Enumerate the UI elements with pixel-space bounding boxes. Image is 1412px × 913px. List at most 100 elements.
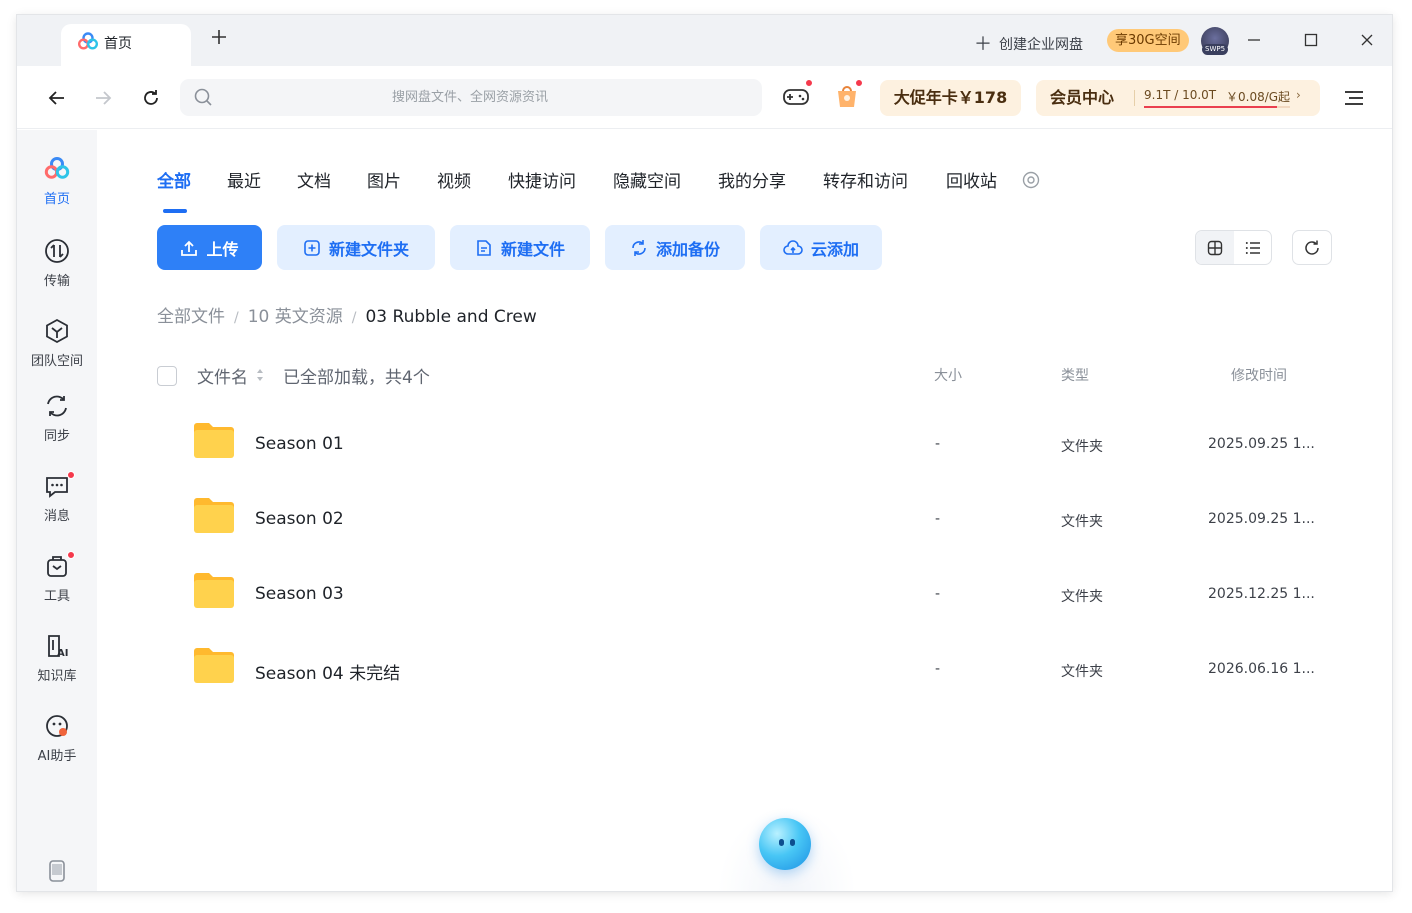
column-header-name[interactable]: 文件名 xyxy=(197,363,248,388)
tab-settings-icon[interactable] xyxy=(1022,171,1040,189)
file-size: - xyxy=(935,661,941,677)
back-button[interactable] xyxy=(42,83,72,113)
grid-icon xyxy=(1207,240,1223,255)
load-status: 已全部加载，共4个 xyxy=(283,368,430,388)
folder-icon xyxy=(194,498,234,533)
tab-images[interactable]: 图片 xyxy=(367,167,401,192)
file-name[interactable]: Season 02 xyxy=(255,509,344,529)
create-enterprise-button[interactable]: ＋ 创建企业网盘 xyxy=(974,30,1083,56)
tab-documents[interactable]: 文档 xyxy=(297,167,331,192)
new-tab-button[interactable] xyxy=(211,28,227,50)
add-backup-label: 添加备份 xyxy=(655,239,720,259)
sidebar-item-label: 团队空间 xyxy=(30,354,83,369)
forward-button[interactable] xyxy=(88,83,118,113)
column-header-modified[interactable]: 修改时间 xyxy=(1231,365,1287,385)
assistant-orb-button[interactable] xyxy=(759,818,811,870)
upload-label: 上传 xyxy=(206,239,239,259)
sidebar-item-tools[interactable]: 工具 xyxy=(17,551,97,623)
cloud-add-button[interactable]: 云添加 xyxy=(760,225,882,270)
search-input[interactable] xyxy=(220,79,720,116)
folder-icon xyxy=(194,423,234,458)
nav-bar: 大促年卡￥178 会员中心 9.1T / 10.0T ￥0.08/G起 › xyxy=(17,66,1392,129)
reload-button[interactable] xyxy=(136,83,166,113)
search-bar[interactable] xyxy=(180,79,762,116)
sidebar-item-transfer[interactable]: 传输 xyxy=(17,238,97,308)
space-offer-badge[interactable]: 享30G空间 xyxy=(1107,29,1189,52)
tab-transfers-visits[interactable]: 转存和访问 xyxy=(823,167,908,192)
new-file-icon xyxy=(477,239,491,256)
file-modified: 2025.09.25 1... xyxy=(1208,511,1315,527)
ai-assistant-icon xyxy=(46,715,68,737)
vip-center[interactable]: 会员中心 9.1T / 10.0T ￥0.08/G起 › xyxy=(1036,80,1320,116)
divider xyxy=(1134,90,1135,106)
transfer-icon xyxy=(45,239,69,263)
maximize-button[interactable] xyxy=(1296,25,1326,55)
file-size: - xyxy=(935,511,941,527)
tab-quick-access[interactable]: 快捷访问 xyxy=(508,167,576,192)
notification-dot xyxy=(805,79,813,87)
cloud-logo-icon xyxy=(44,157,70,179)
sidebar-item-sync[interactable]: 同步 xyxy=(17,393,97,463)
sidebar-item-label: 同步 xyxy=(43,429,70,444)
view-toggle xyxy=(1195,230,1272,265)
new-folder-button[interactable]: 新建文件夹 xyxy=(277,225,435,270)
tab-recent[interactable]: 最近 xyxy=(227,167,261,192)
file-name[interactable]: Season 04 未完结 xyxy=(255,659,400,684)
file-name[interactable]: Season 01 xyxy=(255,434,344,454)
phone-icon[interactable] xyxy=(48,860,66,882)
file-modified: 2025.12.25 1... xyxy=(1208,586,1315,602)
new-file-button[interactable]: 新建文件 xyxy=(450,225,590,270)
close-icon xyxy=(1361,34,1373,46)
breadcrumb-separator: / xyxy=(351,310,357,326)
sidebar-item-home[interactable]: 首页 xyxy=(17,156,97,226)
sidebar-item-ai-assistant[interactable]: AI助手 xyxy=(17,713,97,783)
sidebar-item-team-space[interactable]: 团队空间 xyxy=(17,318,97,388)
tab-all[interactable]: 全部 xyxy=(157,167,191,192)
close-button[interactable] xyxy=(1352,25,1382,55)
avatar-tag: SWP5 xyxy=(1202,44,1229,55)
sidebar-item-messages[interactable]: 消息 xyxy=(17,471,97,543)
refresh-button[interactable] xyxy=(1292,230,1332,265)
table-row[interactable]: Season 02 - 文件夹 2025.09.25 1... xyxy=(157,483,1337,558)
tab-home[interactable]: 首页 xyxy=(61,24,191,66)
minimize-button[interactable] xyxy=(1239,25,1269,55)
vip-center-title: 会员中心 xyxy=(1050,88,1115,107)
orb-eye xyxy=(790,839,795,846)
create-enterprise-label: 创建企业网盘 xyxy=(999,37,1083,53)
file-type: 文件夹 xyxy=(1061,589,1103,605)
upload-button[interactable]: 上传 xyxy=(157,225,262,270)
svg-text:AI: AI xyxy=(57,648,68,659)
storage-price: ￥0.08/G起 xyxy=(1226,90,1291,104)
arrow-right-icon xyxy=(96,91,112,105)
menu-icon[interactable] xyxy=(1339,83,1369,113)
table-row[interactable]: Season 03 - 文件夹 2025.12.25 1... xyxy=(157,558,1337,633)
breadcrumb-item[interactable]: 10 英文资源 xyxy=(248,307,343,327)
table-row[interactable]: Season 01 - 文件夹 2025.09.25 1... xyxy=(157,408,1337,483)
notification-dot xyxy=(855,79,863,87)
minimize-icon xyxy=(1248,39,1260,41)
file-type: 文件夹 xyxy=(1061,664,1103,680)
tab-recycle-bin[interactable]: 回收站 xyxy=(946,167,997,192)
search-icon xyxy=(194,88,212,106)
table-row[interactable]: Season 04 未完结 - 文件夹 2026.06.16 1... xyxy=(157,633,1337,708)
list-view-button[interactable] xyxy=(1234,231,1271,264)
annual-card-promo[interactable]: 大促年卡￥178 xyxy=(880,80,1021,116)
app-window: 首页 ＋创建企业网盘 享30G空间 SWP5 搜网盘文件、全网资源资讯 大促年卡… xyxy=(17,15,1392,891)
breadcrumb-item[interactable]: 全部文件 xyxy=(157,307,225,327)
tab-hidden-space[interactable]: 隐藏空间 xyxy=(613,167,681,192)
select-all-checkbox[interactable] xyxy=(157,366,177,386)
add-backup-button[interactable]: 添加备份 xyxy=(605,225,745,270)
tab-videos[interactable]: 视频 xyxy=(437,167,471,192)
sync-icon xyxy=(47,395,67,417)
grid-view-button[interactable] xyxy=(1196,231,1234,264)
tab-my-shares[interactable]: 我的分享 xyxy=(718,167,786,192)
column-header-type[interactable]: 类型 xyxy=(1061,365,1089,385)
new-file-label: 新建文件 xyxy=(500,239,565,259)
file-name[interactable]: Season 03 xyxy=(255,584,344,604)
notification-dot xyxy=(67,551,75,559)
tools-icon xyxy=(47,556,67,577)
column-header-size[interactable]: 大小 xyxy=(934,365,962,385)
sidebar-item-knowledge-base[interactable]: AI 知识库 xyxy=(17,633,97,703)
sort-icon[interactable] xyxy=(256,368,264,382)
storage-quota: 9.1T / 10.0T xyxy=(1144,88,1217,102)
